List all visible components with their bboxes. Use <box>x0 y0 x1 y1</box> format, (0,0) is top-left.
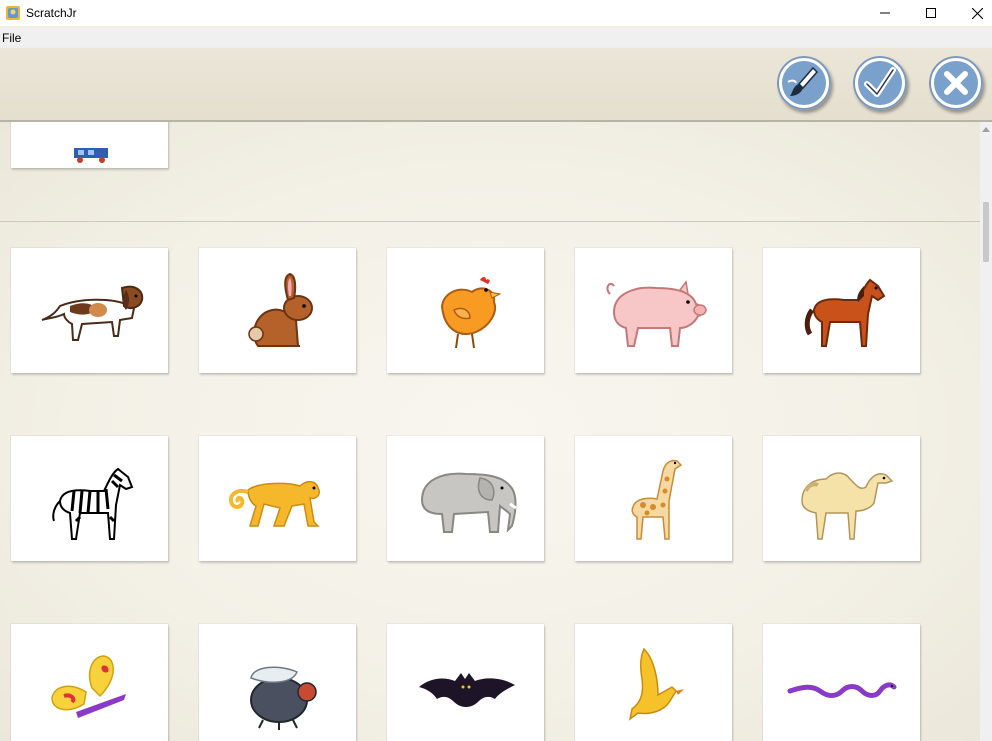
partial-sprite-card[interactable] <box>11 122 168 168</box>
maximize-button[interactable] <box>908 0 954 26</box>
elephant-icon <box>420 472 517 533</box>
menu-file[interactable]: File <box>2 31 21 45</box>
sprite-card-elephant[interactable] <box>387 436 544 561</box>
fly-icon <box>249 665 317 730</box>
sprite-card-bird[interactable] <box>575 624 732 741</box>
library-content <box>0 122 980 741</box>
sprite-card-zebra[interactable] <box>11 436 168 561</box>
sprite-card-pig[interactable] <box>575 248 732 373</box>
zebra-icon <box>51 467 133 540</box>
minimize-button[interactable] <box>862 0 908 26</box>
sprite-card-monkey[interactable] <box>199 436 356 561</box>
confirm-button[interactable] <box>853 56 907 110</box>
sprite-card-rabbit[interactable] <box>199 248 356 373</box>
sprite-card-bat[interactable] <box>387 624 544 741</box>
sprite-card-dog[interactable] <box>11 248 168 373</box>
scratchjr-app-icon <box>6 6 20 20</box>
monkey-icon <box>228 480 320 527</box>
window-title-bar: ScratchJr <box>0 0 992 26</box>
scroll-thumb[interactable] <box>983 202 989 262</box>
sprite-card-horse[interactable] <box>763 248 920 373</box>
bird-icon <box>628 647 684 721</box>
maximize-icon <box>926 8 936 18</box>
cancel-button[interactable] <box>929 56 983 110</box>
vehicle-sprite-icon <box>73 148 108 163</box>
giraffe-icon <box>630 459 682 540</box>
sprite-card-giraffe[interactable] <box>575 436 732 561</box>
scroll-up-button[interactable] <box>980 122 992 136</box>
horse-icon <box>804 278 885 347</box>
close-icon <box>971 7 983 19</box>
vertical-scrollbar[interactable] <box>980 122 992 741</box>
sprite-card-snake[interactable] <box>763 624 920 741</box>
camel-icon <box>800 472 893 540</box>
chicken-icon <box>440 276 502 348</box>
pig-icon <box>606 279 707 347</box>
minimize-icon <box>880 12 890 14</box>
library-toolbar <box>0 48 992 122</box>
menu-bar: File <box>0 28 992 48</box>
rabbit-icon <box>247 272 313 347</box>
butterfly-icon <box>50 654 126 718</box>
sprite-card-butterfly[interactable] <box>11 624 168 741</box>
sprite-card-fly[interactable] <box>199 624 356 741</box>
section-divider <box>0 221 980 222</box>
window-title: ScratchJr <box>26 6 77 20</box>
close-window-button[interactable] <box>954 0 992 26</box>
sprite-card-camel[interactable] <box>763 436 920 561</box>
sprite-card-chicken[interactable] <box>387 248 544 373</box>
snake-icon <box>787 681 896 698</box>
bat-icon <box>418 672 515 707</box>
dog-icon <box>41 285 143 341</box>
scroll-up-arrow-icon <box>982 126 990 132</box>
paint-editor-button[interactable] <box>777 56 831 110</box>
